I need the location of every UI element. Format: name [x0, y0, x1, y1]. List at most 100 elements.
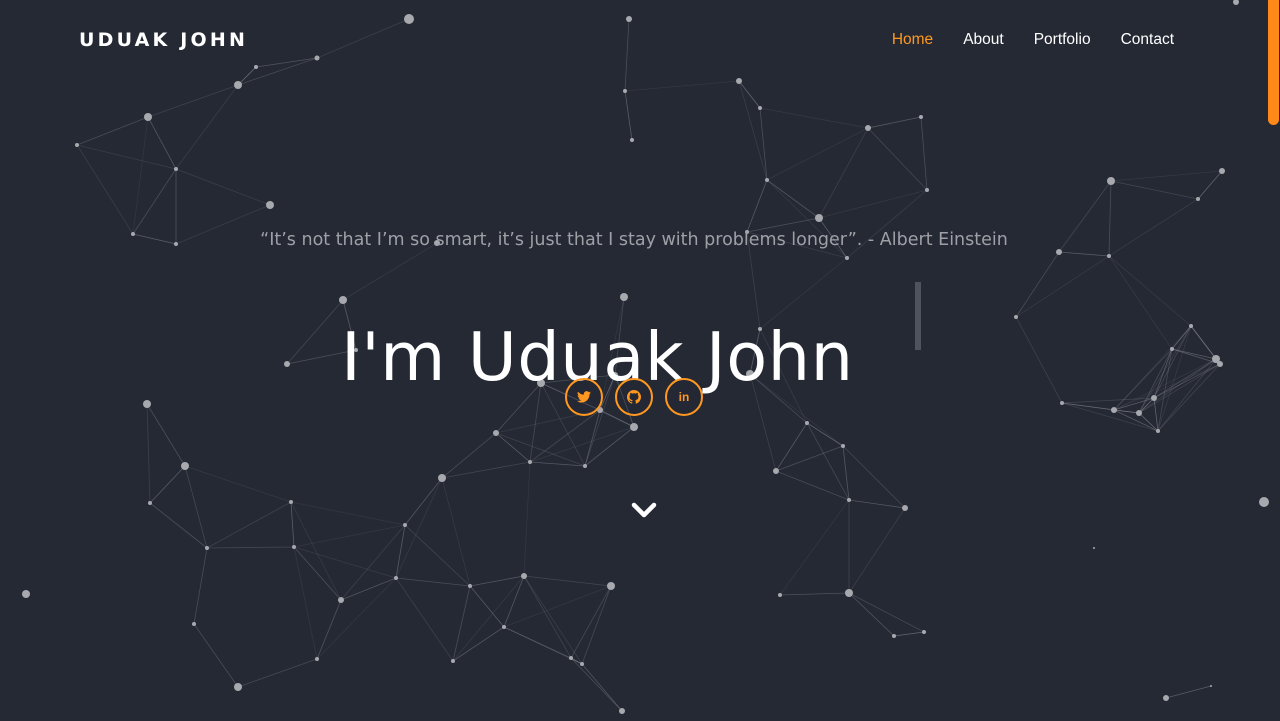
network-node — [144, 113, 152, 121]
network-node — [902, 505, 908, 511]
network-link — [867, 116, 922, 129]
network-link — [441, 461, 531, 479]
page-scrollbar[interactable] — [1268, 0, 1279, 125]
network-node — [521, 573, 527, 579]
network-node — [438, 474, 446, 482]
network-link — [395, 577, 471, 587]
linkedin-button[interactable]: in — [665, 378, 703, 416]
network-link — [175, 84, 239, 170]
network-link — [441, 432, 497, 479]
social-links: in — [565, 378, 703, 416]
network-link — [775, 445, 844, 472]
network-node — [815, 214, 823, 222]
network-node — [174, 167, 178, 171]
network-node — [451, 659, 455, 663]
network-node — [181, 462, 189, 470]
network-link — [848, 592, 925, 633]
network-link — [1197, 170, 1223, 200]
network-link — [570, 657, 623, 712]
network-link — [584, 409, 601, 467]
network-node — [623, 89, 627, 93]
network-node — [502, 625, 506, 629]
network-link — [237, 658, 318, 688]
nav-portfolio[interactable]: Portfolio — [1034, 30, 1091, 50]
network-node — [841, 444, 845, 448]
network-link — [775, 470, 850, 501]
network-node — [580, 662, 584, 666]
github-button[interactable] — [615, 378, 653, 416]
network-link — [404, 524, 471, 587]
network-link — [529, 426, 635, 463]
network-link — [149, 502, 208, 549]
hero-quote: “It’s not that I’m so smart, it’s just t… — [260, 230, 1008, 250]
network-link — [624, 80, 740, 92]
network-link — [1157, 363, 1221, 432]
network-link — [867, 127, 928, 191]
network-link — [1015, 316, 1063, 404]
network-node — [289, 500, 293, 504]
network-node — [736, 78, 742, 84]
network-link — [738, 80, 761, 109]
main-nav: Home About Portfolio Contact — [892, 30, 1174, 50]
network-link — [206, 501, 292, 549]
network-node — [919, 115, 923, 119]
network-link — [132, 168, 177, 235]
network-link — [76, 144, 134, 235]
network-node — [1111, 407, 1117, 413]
nav-home[interactable]: Home — [892, 30, 933, 50]
network-link — [1015, 255, 1110, 318]
network-node — [528, 460, 532, 464]
network-node — [284, 361, 290, 367]
github-icon — [627, 390, 641, 404]
network-node — [404, 14, 414, 24]
network-link — [893, 631, 925, 637]
network-link — [441, 477, 471, 587]
network-node — [234, 683, 242, 691]
network-node — [1060, 401, 1064, 405]
network-link — [584, 426, 635, 467]
network-node — [922, 630, 926, 634]
network-node — [292, 545, 296, 549]
network-node — [234, 81, 242, 89]
network-node — [1233, 0, 1239, 5]
network-link — [293, 546, 342, 601]
network-link — [193, 547, 208, 625]
network-node — [205, 546, 209, 550]
network-link — [1108, 255, 1192, 327]
network-link — [293, 524, 406, 548]
linkedin-icon: in — [678, 390, 690, 404]
nav-contact[interactable]: Contact — [1121, 30, 1174, 50]
network-node — [805, 421, 809, 425]
network-link — [452, 626, 505, 662]
network-link — [848, 507, 906, 594]
network-link — [340, 577, 397, 601]
network-node — [1196, 197, 1200, 201]
network-node — [892, 634, 896, 638]
typing-cursor — [915, 282, 921, 350]
network-node — [1163, 695, 1169, 701]
network-link — [746, 179, 768, 233]
network-link — [1110, 170, 1223, 182]
network-link — [76, 116, 149, 146]
network-link — [775, 422, 808, 472]
network-link — [842, 445, 906, 509]
network-node — [338, 597, 344, 603]
network-link — [1108, 255, 1173, 350]
network-link — [848, 499, 906, 509]
network-node — [1156, 429, 1160, 433]
network-link — [147, 116, 177, 170]
network-node — [626, 16, 632, 22]
network-link — [290, 501, 406, 526]
twitter-button[interactable] — [565, 378, 603, 416]
nav-about[interactable]: About — [963, 30, 1004, 50]
network-node — [339, 296, 347, 304]
network-link — [766, 179, 820, 219]
scroll-down-button[interactable] — [629, 498, 659, 522]
network-node — [845, 256, 849, 260]
network-link — [237, 57, 318, 86]
network-link — [581, 663, 623, 712]
network-node — [143, 400, 151, 408]
network-link — [523, 575, 583, 665]
brand-logo[interactable]: UDUAK JOHN — [79, 26, 248, 54]
network-node — [394, 576, 398, 580]
